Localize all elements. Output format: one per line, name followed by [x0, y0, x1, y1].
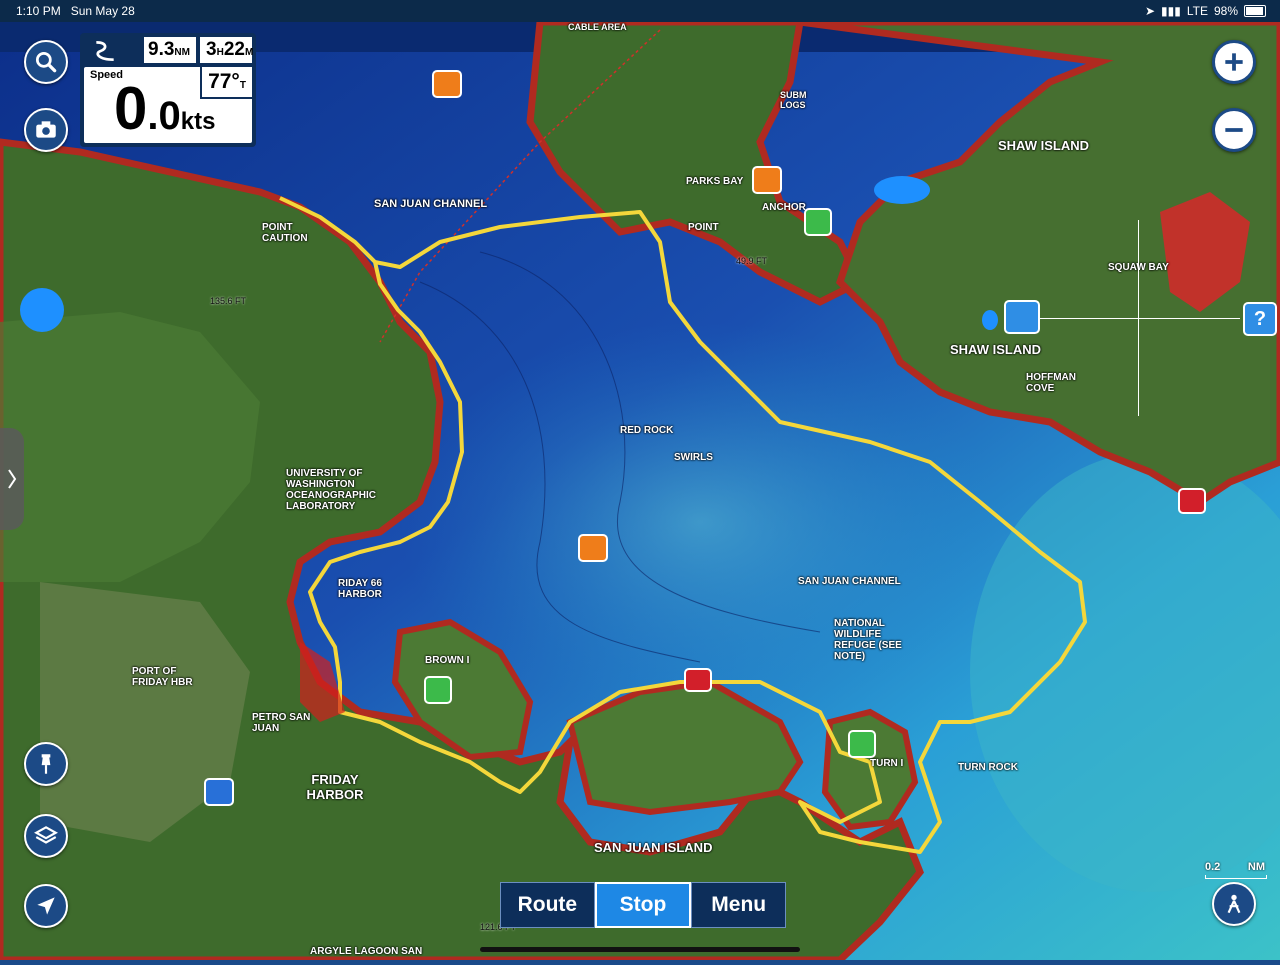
- label-argyle: ARGYLE LAGOON SAN: [310, 946, 423, 957]
- status-right: ➤ ▮▮▮ LTE 98%: [1145, 4, 1266, 18]
- route-nav-icon: [92, 38, 118, 64]
- location-arrow-icon: ➤: [1144, 4, 1156, 18]
- label-friday-harbor-2: RIDAY 66 HARBOR: [338, 578, 382, 600]
- time-minutes-unit: M: [244, 47, 254, 58]
- person-button[interactable]: [1212, 882, 1256, 926]
- locate-button[interactable]: [24, 884, 68, 928]
- nav-info-panel[interactable]: 9.3NM 3H22M Speed 0.0kts 77°T: [80, 33, 256, 147]
- label-friday-harbor: FRIDAY HARBOR: [306, 772, 364, 802]
- network-type: LTE: [1186, 4, 1208, 18]
- scale-bar: 0.2 NM: [1205, 861, 1267, 879]
- crosshair-h: [1040, 318, 1240, 319]
- label-uw-lab: UNIVERSITY OF WASHINGTON OCEANOGRAPHIC L…: [286, 468, 377, 512]
- crosshair-v: [1138, 220, 1139, 416]
- label-depth-499: 49.9 FT: [736, 256, 768, 266]
- status-bar: 1:10 PM Sun May 28 ➤ ▮▮▮ LTE 98%: [0, 0, 1280, 22]
- zoom-in-button[interactable]: [1212, 40, 1256, 84]
- chart-map[interactable]: SAN JUAN CHANNEL SAN JUAN CHANNEL SHAW I…: [0, 18, 1280, 964]
- label-anchor: ANCHOR: [762, 202, 806, 213]
- signal-icon: ▮▮▮: [1161, 4, 1181, 18]
- layers-button[interactable]: [24, 814, 68, 858]
- distance-unit: NM: [174, 47, 190, 58]
- speed-unit: kts: [180, 108, 216, 135]
- marker-orange-2[interactable]: [752, 166, 782, 194]
- menu-button[interactable]: Menu: [691, 882, 787, 928]
- label-parks-bay: PARKS BAY: [686, 176, 744, 187]
- speed-dec: .0: [147, 94, 181, 138]
- label-turn-rock: TURN ROCK: [958, 762, 1018, 773]
- scale-line: [1205, 875, 1267, 879]
- map-canvas: [0, 18, 1280, 964]
- heading-cell: 77°T: [200, 67, 252, 99]
- route-button[interactable]: Route: [500, 882, 595, 928]
- camera-icon: [36, 121, 56, 138]
- zoom-out-button[interactable]: [1212, 108, 1256, 152]
- label-san-juan-channel-2: SAN JUAN CHANNEL: [798, 576, 901, 587]
- label-brown-i: BROWN I: [425, 655, 470, 666]
- camera-button[interactable]: [24, 108, 68, 152]
- search-icon: [35, 51, 57, 73]
- label-swirls: SWIRLS: [674, 452, 713, 463]
- status-date: Sun May 28: [70, 4, 135, 18]
- label-wildlife-refuge: NATIONAL WILDLIFE REFUGE (SEE NOTE): [834, 618, 902, 662]
- scale-value: 0.2: [1205, 861, 1221, 873]
- zoom-in-icon: [1225, 53, 1243, 71]
- time-hours: 3: [206, 39, 217, 60]
- help-icon[interactable]: ?: [1243, 302, 1277, 336]
- label-cable-area: CABLE AREA: [568, 22, 627, 32]
- speed-cell: Speed 0.0kts 77°T: [84, 67, 252, 143]
- anchor-marker-1[interactable]: [804, 208, 832, 236]
- scale-unit: NM: [1247, 861, 1265, 873]
- layers-icon: [34, 826, 58, 844]
- time-cell: 3H22M: [200, 37, 254, 63]
- marina-cart-marker[interactable]: [204, 778, 234, 806]
- anchor-marker-2[interactable]: [424, 676, 452, 704]
- label-subm-logs: SUBM LOGS: [780, 90, 807, 110]
- distance-cell: 9.3NM: [144, 37, 196, 63]
- label-shaw-island: SHAW ISLAND: [998, 138, 1089, 153]
- label-point-caution: POINT CAUTION: [262, 222, 308, 244]
- time-minutes: 22: [223, 39, 245, 60]
- label-san-juan-channel: SAN JUAN CHANNEL: [374, 198, 488, 210]
- heading-value: 77°: [208, 70, 240, 93]
- heading-ref: T: [239, 80, 246, 91]
- pin-icon: [41, 754, 51, 774]
- distance-value: 9.3: [148, 39, 175, 60]
- hazard-marker[interactable]: [684, 668, 712, 692]
- label-red-rock: RED ROCK: [620, 425, 674, 436]
- battery-icon: [1244, 5, 1266, 17]
- time-hours-unit: H: [216, 47, 224, 58]
- status-time: 1:10 PM: [16, 4, 61, 18]
- battery-percent: 98%: [1213, 4, 1238, 18]
- label-turn-i: TURN I: [870, 758, 904, 769]
- pin-button[interactable]: [24, 742, 68, 786]
- anchor-marker-3[interactable]: [848, 730, 876, 758]
- label-hoffman-cove: HOFFMAN COVE: [1026, 372, 1076, 394]
- weather-icon[interactable]: [1004, 300, 1040, 334]
- warning-marker[interactable]: [1178, 488, 1206, 514]
- speed-int: 0: [114, 75, 148, 142]
- label-san-juan-island: SAN JUAN ISLAND: [594, 840, 713, 855]
- person-icon: [1227, 894, 1241, 914]
- label-shaw-island-2: SHAW ISLAND: [950, 342, 1041, 357]
- label-petro: PETRO SAN JUAN: [252, 712, 311, 734]
- label-point: POINT: [688, 222, 719, 233]
- zoom-out-icon: [1225, 128, 1243, 132]
- home-indicator: [480, 947, 800, 952]
- chevron-right-icon: [8, 469, 17, 489]
- locate-arrow-icon: [37, 897, 55, 915]
- status-time-date: 1:10 PM Sun May 28: [16, 4, 135, 18]
- label-port-of-friday-hbr: PORT OF FRIDAY HBR: [132, 666, 193, 688]
- bottom-toolbar: Route Stop Menu: [500, 882, 787, 928]
- search-button[interactable]: [24, 40, 68, 84]
- label-depth-135: 135.6 FT: [210, 296, 247, 306]
- stop-button[interactable]: Stop: [594, 882, 692, 928]
- marker-orange-1[interactable]: [432, 70, 462, 98]
- marker-orange-3[interactable]: [578, 534, 608, 562]
- side-panel-tab[interactable]: [0, 428, 24, 530]
